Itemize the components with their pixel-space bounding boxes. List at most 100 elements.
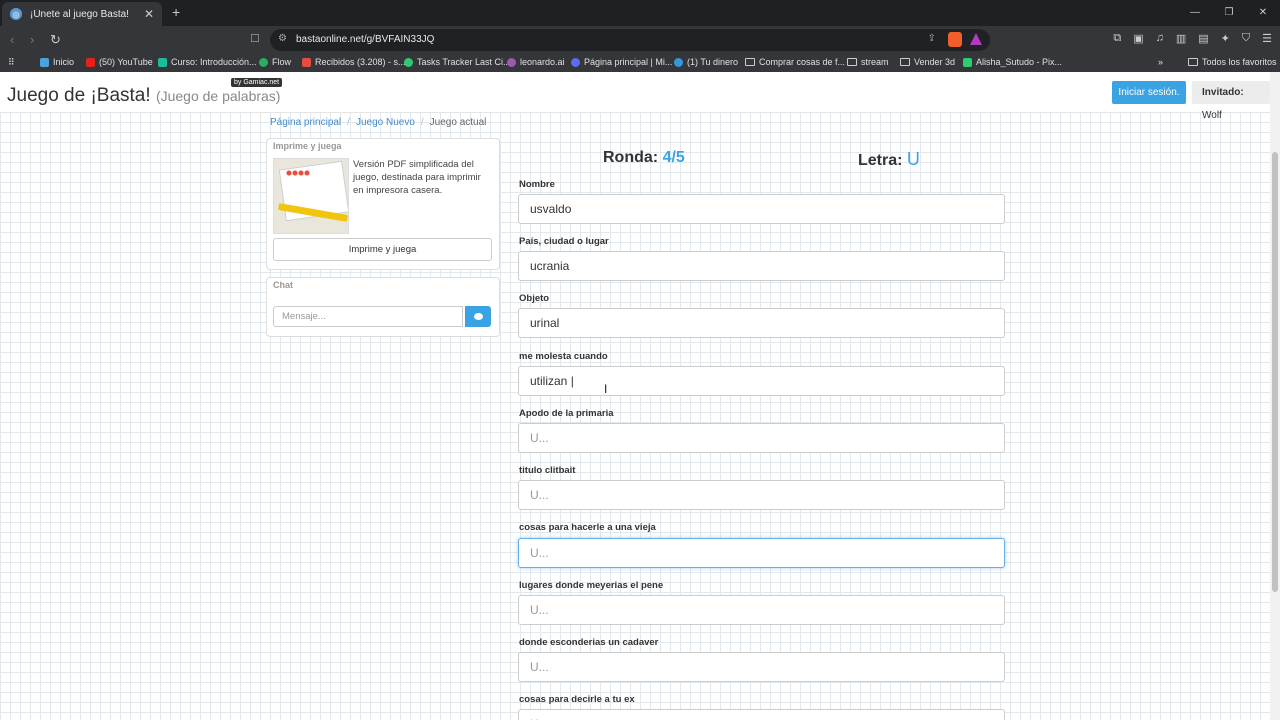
chat-bubble-icon	[473, 313, 483, 320]
brave-shield-icon[interactable]	[948, 32, 962, 47]
gamiac-badge[interactable]: by Gamiac.net	[231, 78, 283, 87]
site-info-icon[interactable]: ⚙	[278, 33, 287, 44]
sidebar-icon[interactable]: ▥	[1176, 32, 1186, 45]
field-input-apodo[interactable]	[518, 423, 1005, 453]
field-input-ex[interactable]	[518, 709, 1005, 720]
folder-icon	[1188, 58, 1198, 66]
bookmark-item[interactable]: Tasks Tracker Last Ci...	[404, 57, 511, 67]
bookmark-item[interactable]: leonardo.ai	[507, 57, 565, 67]
breadcrumb: Página principal / Juego Nuevo / Juego actua…	[270, 117, 487, 128]
brand-subtitle: (Juego de palabras)	[155, 88, 281, 104]
bookmark-icon[interactable]: ☐	[250, 32, 260, 45]
field-input-me-molesta[interactable]	[518, 366, 1005, 396]
guest-user: Invitado: Wolf	[1192, 81, 1270, 121]
letter-label: Letra:	[858, 152, 903, 169]
forward-icon[interactable]: ›	[30, 32, 34, 47]
bookmark-folder[interactable]: Vender 3d	[900, 57, 955, 67]
close-window-icon[interactable]: ✕	[1246, 0, 1280, 26]
more-bookmarks-icon[interactable]: »	[1158, 57, 1163, 67]
field-label-nombre: Nombre	[519, 179, 555, 190]
login-button[interactable]: Iniciar sesión.	[1112, 81, 1186, 104]
field-label-ex: cosas para decirle a tu ex	[519, 694, 635, 705]
globe-icon: ◎	[10, 8, 22, 20]
extensions-icon[interactable]: ⧉	[1113, 32, 1121, 45]
bookmark-item[interactable]: Curso: Introducción...	[158, 57, 257, 67]
brave-rewards-icon[interactable]	[970, 33, 982, 45]
round-indicator: Ronda: 4/5	[603, 149, 685, 167]
bookmark-item[interactable]: (50) YouTube	[86, 57, 153, 67]
field-label-me-molesta: me molesta cuando	[519, 351, 608, 362]
letter-value: U	[906, 149, 920, 169]
text-cursor-icon: I	[604, 382, 608, 396]
bookmark-item[interactable]: Alisha_Sutudo - Pix...	[963, 57, 1062, 67]
back-icon[interactable]: ‹	[10, 32, 14, 47]
print-panel: Imprime y juega Versión PDF simplificada…	[266, 138, 500, 270]
menu-icon[interactable]: ☰	[1262, 32, 1272, 45]
field-label-cosas-vieja: cosas para hacerle a una vieja	[519, 522, 656, 533]
chat-message-input[interactable]: Mensaje...	[273, 306, 463, 327]
field-input-cadaver[interactable]	[518, 652, 1005, 682]
window-controls: — ❐ ✕	[1178, 0, 1280, 26]
round-label: Ronda:	[603, 149, 659, 166]
guest-name: Wolf	[1202, 110, 1222, 121]
field-label-objeto: Objeto	[519, 293, 550, 304]
field-input-pais[interactable]	[518, 251, 1005, 281]
all-bookmarks-folder[interactable]: Todos los favoritos	[1188, 57, 1277, 67]
bookmarks-bar: ⠿ Inicio (50) YouTube Curso: Introducció…	[0, 54, 1280, 73]
letter-indicator: Letra: U	[858, 149, 920, 170]
print-panel-title: Imprime y juega	[273, 141, 342, 151]
field-label-cadaver: donde esconderias un cadaver	[519, 637, 659, 648]
print-button[interactable]: Imprime y juega	[273, 238, 492, 261]
field-input-objeto[interactable]	[518, 308, 1005, 338]
field-label-apodo: Apodo de la primaria	[519, 408, 614, 419]
breadcrumb-current: Juego actual	[429, 117, 487, 128]
guest-label: Invitado:	[1202, 87, 1244, 98]
reload-icon[interactable]: ↻	[50, 32, 61, 48]
browser-tab[interactable]: ◎ ¡Únete al juego Basta! ✕	[2, 2, 162, 26]
scrollbar-thumb[interactable]	[1272, 152, 1278, 592]
breadcrumb-new-game[interactable]: Juego Nuevo	[356, 117, 415, 128]
bookmark-item[interactable]: (1) Tu dinero	[674, 57, 738, 67]
shield-icon[interactable]: ⛉	[1242, 32, 1250, 45]
print-thumbnail[interactable]	[273, 158, 349, 234]
folder-icon	[847, 58, 857, 66]
chat-title: Chat	[273, 280, 293, 290]
music-icon[interactable]: ♫	[1156, 32, 1164, 45]
page-scrollbar[interactable]	[1270, 72, 1280, 720]
share-icon[interactable]: ⇪	[928, 33, 936, 44]
site-header: Juego de ¡Basta! (Juego de palabras) by …	[0, 72, 1270, 121]
bookmark-folder[interactable]: stream	[847, 57, 889, 67]
wallet-icon[interactable]: ▣	[1133, 32, 1143, 45]
field-input-cosas-vieja[interactable]	[518, 538, 1005, 568]
restore-icon[interactable]: ❐	[1212, 0, 1246, 26]
extensions-area: ⧉ ▣ ♫ ▥ ▤ ✦ ⛉ ☰	[1113, 32, 1272, 45]
field-label-titulo: titulo clitbait	[519, 465, 576, 476]
bookmark-item[interactable]: Flow	[259, 57, 291, 67]
field-label-lugares: lugares donde meyerias el pene	[519, 580, 664, 591]
folder-icon	[900, 58, 910, 66]
bookmark-item[interactable]: Recibidos (3.208) - s...	[302, 57, 406, 67]
site-brand[interactable]: Juego de ¡Basta! (Juego de palabras)	[7, 85, 280, 107]
bookmark-item[interactable]: Inicio	[40, 57, 74, 67]
url-text[interactable]: bastaonline.net/g/BVFAIN33JQ	[296, 34, 434, 45]
field-input-nombre[interactable]	[518, 194, 1005, 224]
address-bar[interactable]: ⚙ bastaonline.net/g/BVFAIN33JQ ⇪	[270, 29, 990, 51]
bookmark-item[interactable]: Página principal | Mi...	[571, 57, 672, 67]
breadcrumb-home[interactable]: Página principal	[270, 117, 341, 128]
field-input-lugares[interactable]	[518, 595, 1005, 625]
browser-toolbar: ‹ › ↻ ☐ ⚙ bastaonline.net/g/BVFAIN33JQ ⇪…	[0, 26, 1280, 54]
apps-icon[interactable]: ⠿	[8, 57, 15, 68]
bookmark-folder[interactable]: Comprar cosas de f...	[745, 57, 845, 67]
tab-title: ¡Únete al juego Basta!	[30, 8, 129, 20]
browser-tab-bar: ◎ ¡Únete al juego Basta! ✕ + — ❐ ✕	[0, 0, 1280, 26]
minimize-icon[interactable]: —	[1178, 0, 1212, 26]
page-content: Juego de ¡Basta! (Juego de palabras) by …	[0, 72, 1270, 720]
chat-send-button[interactable]	[465, 306, 491, 327]
print-description: Versión PDF simplificada del juego, dest…	[353, 159, 481, 196]
vpn-icon[interactable]: ▤	[1198, 32, 1208, 45]
close-tab-icon[interactable]: ✕	[144, 7, 154, 21]
field-input-titulo[interactable]	[518, 480, 1005, 510]
new-tab-icon[interactable]: +	[172, 4, 180, 20]
leo-icon[interactable]: ✦	[1221, 32, 1230, 45]
field-label-pais: País, ciudad o lugar	[519, 236, 609, 247]
